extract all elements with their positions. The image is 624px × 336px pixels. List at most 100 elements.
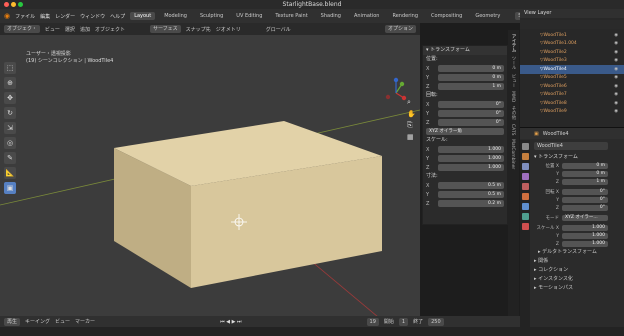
motion-paths-section[interactable]: ▸ モーションパス [520,284,624,293]
outliner-item[interactable]: ▽ WoodTile8 ◉ [520,99,624,108]
transform-tool-icon[interactable]: ◎ [4,137,16,149]
tab-shading[interactable]: Shading [317,12,345,20]
rotation-z-field[interactable]: 0° [438,119,504,126]
tab-compositing[interactable]: Compositing [427,12,466,20]
visibility-eye-icon[interactable]: ◉ [614,50,618,55]
tab-texture-paint[interactable]: Texture Paint [271,12,311,20]
scale-x-field[interactable]: 1.000 [438,146,504,153]
dimension-x-field[interactable]: 0.5 m [438,182,504,189]
menu-object[interactable]: オブジェクト [95,26,125,33]
surface-button[interactable]: サーフェス [149,25,181,33]
outliner-item[interactable]: ▽ WoodTile5 ◉ [520,74,624,83]
marker-menu[interactable]: マーカー [75,318,95,325]
scale-tool-icon[interactable]: ⇲ [4,122,16,134]
tab-view[interactable]: ビュー [510,74,516,88]
playback-menu[interactable]: 再生 [4,317,21,326]
tab-misc[interactable]: その他 [510,106,516,120]
keying-menu[interactable]: キーイング [25,318,50,325]
object-name-field[interactable]: WoodTile4 [534,142,608,150]
snap-target-button[interactable]: スナップ先 [186,26,211,33]
options-button[interactable]: オプション [384,25,416,33]
tool-props-icon[interactable] [521,143,529,150]
grid-view-icon[interactable]: ▦ [407,133,419,141]
tab-modeling[interactable]: Modeling [160,12,191,20]
transform-orientation[interactable]: グローバル [266,26,291,33]
material-props-icon[interactable] [521,223,529,230]
rotate-tool-icon[interactable]: ↻ [4,107,16,119]
menu-edit[interactable]: 編集 [40,13,50,20]
tab-animation[interactable]: Animation [350,12,384,20]
delta-transform-section[interactable]: ▸ デルタトランスフォーム [520,248,624,257]
prop-scale-x[interactable]: 1.000 [562,224,608,232]
tab-matcombiner[interactable]: MatCombiner [510,139,515,169]
tab-item[interactable]: アイテム [510,34,516,52]
menu-window[interactable]: ウィンドウ [80,13,105,20]
visibility-eye-icon[interactable]: ◉ [614,109,618,114]
add-cube-tool-icon[interactable]: ▣ [4,182,16,194]
instancing-section[interactable]: ▸ インスタンス化 [520,275,624,284]
tab-uv-editing[interactable]: UV Editing [232,12,266,20]
outliner-item[interactable]: ▽ WoodTile9 ◉ [520,108,624,117]
rotation-mode-select[interactable]: XYZ オイラー角 [426,128,504,135]
menu-select[interactable]: 選択 [65,26,75,33]
menu-help[interactable]: ヘルプ [110,13,125,20]
cursor-tool-icon[interactable]: ⊕ [4,77,16,89]
3d-viewport[interactable]: ユーザー・透視投影 (19) シーンコレクション | WoodTile4 [0,23,420,327]
outliner-item[interactable]: ▽ WoodTile6 ◉ [520,82,624,91]
view-layer-header[interactable]: View Layer [520,9,624,18]
timeline-view-menu[interactable]: ビュー [55,318,70,325]
prop-scale-y[interactable]: 1.000 [562,232,608,240]
transform-header[interactable]: ▾ トランスフォーム [423,46,507,55]
tab-cats[interactable]: CATS [510,124,515,135]
visibility-eye-icon[interactable]: ◉ [614,101,618,106]
visibility-eye-icon[interactable]: ◉ [614,58,618,63]
outliner-item[interactable]: ▽ WoodTile1 ◉ [520,31,624,40]
prop-location-x[interactable]: 0 m [562,162,608,170]
prop-rotation-x[interactable]: 0° [562,188,608,196]
visibility-eye-icon[interactable]: ◉ [614,84,618,89]
playback-controls-icon[interactable]: ⏮ ◀ ▶ ⏭ [220,319,241,325]
tab-layout[interactable]: Layout [130,12,156,20]
visibility-eye-icon[interactable]: ◉ [614,33,618,38]
move-tool-icon[interactable]: ✥ [4,92,16,104]
current-frame-field[interactable]: 19 [366,317,379,326]
view-layer-props-icon[interactable] [521,173,529,180]
outliner-item[interactable]: ▽ WoodTile3 ◉ [520,57,624,66]
object-props-icon[interactable] [521,193,529,200]
dimension-y-field[interactable]: 0.5 m [438,191,504,198]
menu-add[interactable]: 追加 [80,26,90,33]
outliner-item[interactable]: ▽ WoodTile1.004 ◉ [520,40,624,49]
outliner-item[interactable]: ▽ WoodTile7 ◉ [520,91,624,100]
relations-section[interactable]: ▸ 関係 [520,257,624,266]
tab-mmd[interactable]: MMD [510,91,515,102]
outliner-item[interactable]: ▽ WoodTile4 ◉ [520,65,624,74]
menu-view[interactable]: ビュー [45,26,60,33]
visibility-eye-icon[interactable]: ◉ [614,92,618,97]
blender-logo-icon[interactable]: ◉ [4,12,10,20]
output-props-icon[interactable] [521,163,529,170]
prop-rotation-mode[interactable]: XYZ オイラー... [562,214,608,222]
scene-props-icon[interactable] [521,183,529,190]
camera-view-icon[interactable]: ⎘ [407,121,419,130]
prop-location-y[interactable]: 0 m [562,170,608,178]
visibility-eye-icon[interactable]: ◉ [614,41,618,46]
render-props-icon[interactable] [521,153,529,160]
mode-selector[interactable]: オブジェク・ [4,25,40,33]
transform-section[interactable]: ▾ トランスフォーム [520,153,624,162]
location-y-field[interactable]: 0 m [438,74,504,81]
menu-file[interactable]: ファイル [15,13,35,20]
prop-location-z[interactable]: 1 m [562,178,608,186]
menu-render[interactable]: レンダー [55,13,75,20]
collections-section[interactable]: ▸ コレクション [520,266,624,275]
outliner-item[interactable]: ▽ WoodTile2 ◉ [520,48,624,57]
modifier-props-icon[interactable] [521,203,529,210]
tab-geometry[interactable]: Geometry [471,12,504,20]
location-z-field[interactable]: 1 m [438,83,504,90]
end-frame-field[interactable]: 250 [428,317,444,326]
zoom-icon[interactable]: ⌕ [407,98,419,107]
physics-props-icon[interactable] [521,213,529,220]
prop-rotation-z[interactable]: 0° [562,204,608,212]
visibility-eye-icon[interactable]: ◉ [614,75,618,80]
geometry-button[interactable]: ジオメトリ [216,26,241,33]
outliner-search[interactable] [520,20,624,29]
